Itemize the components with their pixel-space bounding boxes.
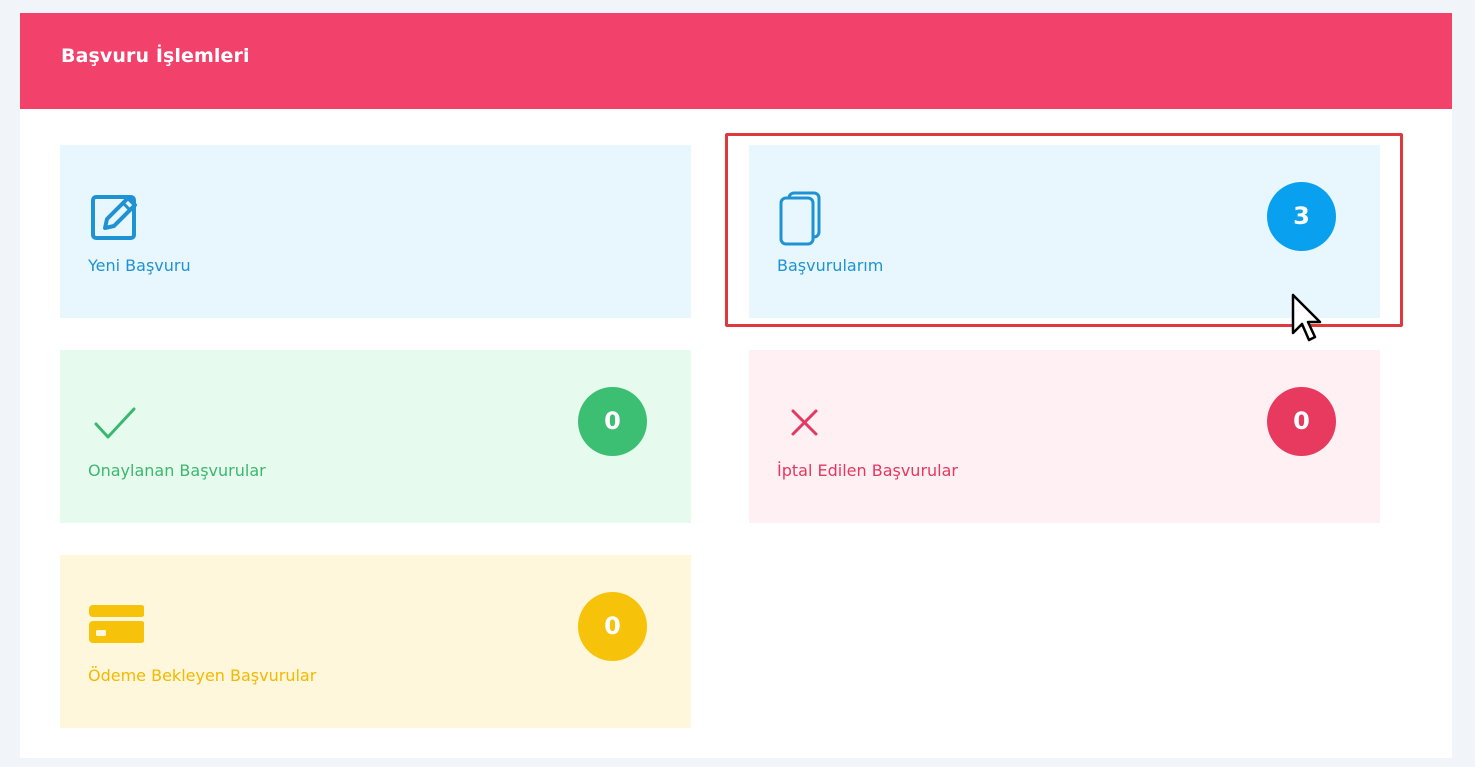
credit-card-icon xyxy=(88,601,145,657)
new-application-card[interactable]: Yeni Başvuru xyxy=(60,145,691,318)
approved-applications-label: Onaylanan Başvurular xyxy=(88,461,266,480)
panel-title: Başvuru İşlemleri xyxy=(61,45,250,67)
new-application-label: Yeni Başvuru xyxy=(88,256,191,275)
edit-icon xyxy=(88,191,144,247)
my-applications-count-badge: 3 xyxy=(1267,182,1336,251)
cancelled-applications-card[interactable]: İptal Edilen Başvurular 0 xyxy=(749,350,1380,523)
approved-count-badge: 0 xyxy=(578,387,647,456)
cancelled-applications-label: İptal Edilen Başvurular xyxy=(777,461,958,480)
my-applications-label: Başvurularım xyxy=(777,256,884,275)
pending-payment-applications-card[interactable]: Ödeme Bekleyen Başvurular 0 xyxy=(60,555,691,728)
cancelled-count-badge: 0 xyxy=(1267,387,1336,456)
copy-icon xyxy=(777,191,833,247)
x-icon xyxy=(777,396,833,452)
approved-applications-card[interactable]: Onaylanan Başvurular 0 xyxy=(60,350,691,523)
pending-payment-applications-label: Ödeme Bekleyen Başvurular xyxy=(88,666,317,685)
check-icon xyxy=(88,396,144,452)
panel-header: Başvuru İşlemleri xyxy=(20,13,1452,109)
pending-payment-count-badge: 0 xyxy=(578,592,647,661)
my-applications-card[interactable]: Başvurularım 3 xyxy=(749,145,1380,318)
